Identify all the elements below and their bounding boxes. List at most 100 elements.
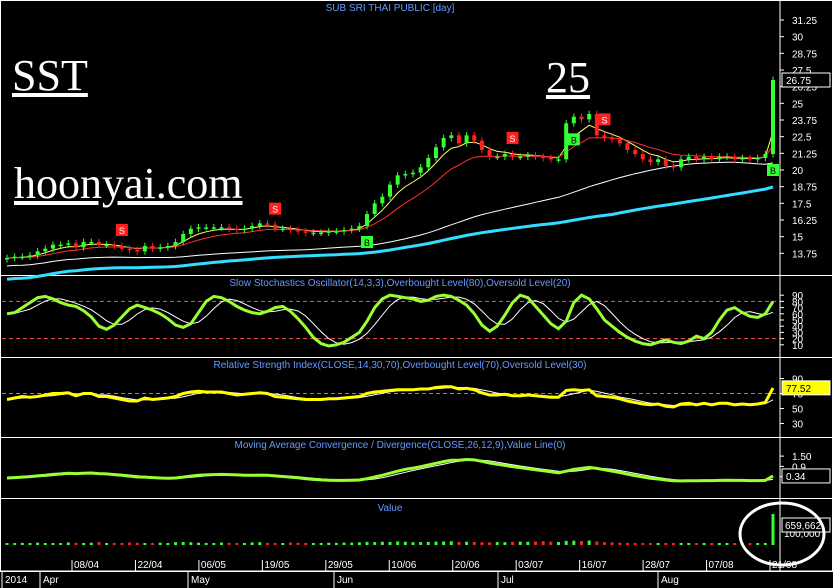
volume-bar (43, 543, 47, 545)
x-month-label: Aug (661, 575, 679, 586)
signal-label: S (272, 205, 278, 215)
volume-bar (419, 542, 423, 545)
volume-bar (59, 543, 63, 545)
y-tick-label: 1.50 (792, 452, 812, 463)
candle-body (495, 156, 500, 159)
volume-bar (557, 541, 561, 545)
candle-body (426, 158, 431, 168)
volume-bar (135, 542, 139, 545)
x-date-label: 10/06 (391, 560, 416, 571)
candle-body (449, 135, 454, 138)
candle-body (50, 244, 55, 249)
volume-bar (174, 542, 178, 545)
candle-body (89, 242, 94, 244)
volume-bar (36, 542, 40, 545)
pane-title: Moving Average Convergence / Divergence(… (235, 440, 566, 451)
candle-body (418, 167, 423, 173)
candle-body (433, 147, 438, 158)
y-tick-label: 17.5 (792, 199, 812, 210)
volume-bar (495, 542, 499, 545)
candle-body (502, 154, 507, 157)
volume-bar (365, 541, 369, 545)
candle-body (112, 244, 117, 247)
volume-bar (82, 543, 86, 545)
x-date-label: 03/07 (518, 560, 543, 571)
volume-bar (602, 542, 606, 545)
candle-body (73, 243, 78, 248)
candle-body (633, 150, 638, 154)
last-price-label: 26.75 (786, 76, 811, 87)
candle-body (257, 223, 262, 226)
x-month-label: May (191, 575, 210, 586)
candle-body (403, 174, 408, 176)
x-month-label: 2014 (5, 575, 28, 586)
signal-line (6, 296, 774, 345)
last-value-label: 659,662 (785, 521, 822, 532)
candle-body (763, 154, 768, 158)
volume-bar (5, 543, 9, 545)
volume-bar (702, 543, 706, 545)
x-date-label: 22/04 (137, 560, 162, 571)
candle-body (20, 256, 25, 259)
candle-body (732, 156, 737, 160)
y-tick-label: 15 (792, 233, 804, 244)
x-date-label: 06/05 (201, 560, 226, 571)
volume-bar (656, 543, 660, 545)
candle-body (142, 246, 147, 252)
volume-bar (250, 542, 254, 545)
candle-body (663, 159, 668, 166)
watermark-symbol: SST (12, 51, 88, 100)
candle-body (280, 228, 285, 231)
chart-screen: SUB SRI THAI PUBLIC [day] 13.75 15 16.25 17.… (0, 0, 833, 588)
candle-body (158, 247, 163, 249)
volume-bar (235, 543, 239, 545)
candle-body (541, 156, 546, 159)
volume-bar (717, 543, 721, 545)
candle-body (518, 156, 523, 159)
volume-bar (212, 543, 216, 545)
y-tick-label: 23.75 (792, 116, 817, 127)
signal-label: S (601, 115, 607, 125)
candle-body (27, 255, 32, 257)
volume-bar (357, 542, 361, 545)
signal-label: S (119, 226, 125, 236)
volume-bar (534, 541, 538, 545)
volume-bar (181, 541, 185, 545)
last-value-label: 0.34 (786, 472, 806, 483)
volume-bar (120, 542, 124, 545)
volume-bar (434, 541, 438, 545)
volume-bar (771, 514, 775, 545)
volume-bar (694, 543, 698, 545)
candle-body (656, 159, 661, 162)
candle-body (709, 156, 714, 160)
volume-bar (756, 543, 760, 545)
candle-body (311, 232, 316, 235)
volume-bar (587, 540, 591, 545)
volume-bar (327, 542, 331, 545)
y-tick-label: 30 (792, 33, 804, 44)
y-tick-label: 16.25 (792, 216, 817, 227)
y-tick-label: 31.25 (792, 16, 817, 27)
candle-body (587, 114, 592, 120)
volume-bar (258, 542, 262, 545)
candle-body (250, 226, 255, 229)
candle-body (717, 156, 722, 160)
volume-bar (66, 542, 70, 545)
volume-bar (396, 541, 400, 545)
volume-bar (687, 543, 691, 545)
volume-bar (74, 542, 78, 545)
candle-body (242, 228, 247, 231)
volume-bar (403, 541, 407, 545)
candle-body (686, 156, 691, 160)
candle-body (119, 246, 124, 249)
candle-body (472, 135, 477, 141)
candle-body (548, 158, 553, 160)
candle-body (204, 227, 209, 229)
volume-bar (227, 542, 231, 545)
volume-bar (296, 542, 300, 545)
indicator-line (6, 385, 775, 409)
y-tick-label: 50 (792, 405, 804, 416)
volume-bar (472, 541, 476, 545)
watermark-site: hoonyai.com (14, 159, 243, 208)
volume-bar (373, 542, 377, 545)
